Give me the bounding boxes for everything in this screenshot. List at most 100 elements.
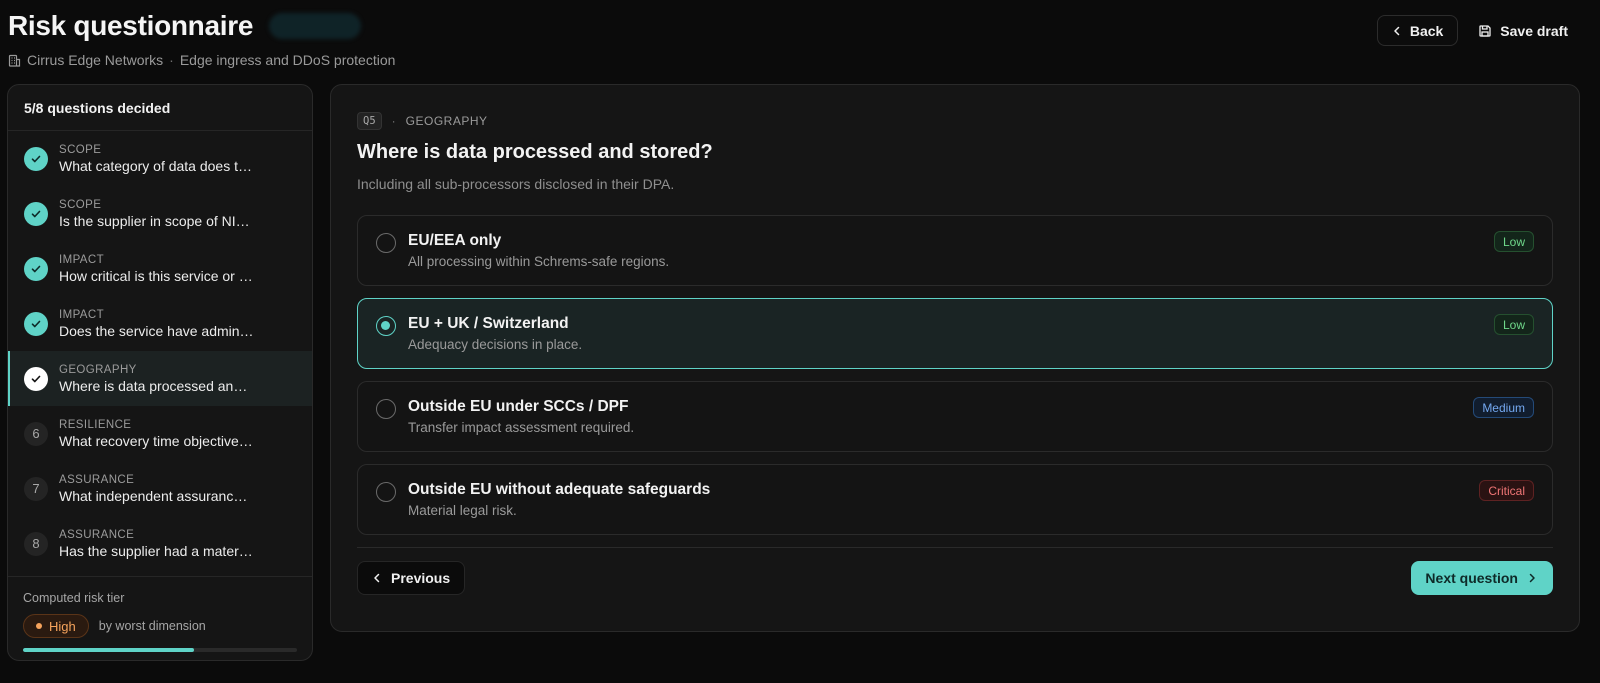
breadcrumb: Cirrus Edge Networks · Edge ingress and … xyxy=(8,52,1600,68)
question-subtitle: Including all sub-processors disclosed i… xyxy=(357,176,675,192)
question-text: Does the service have administrative acc… xyxy=(59,322,255,339)
previous-label: Previous xyxy=(391,570,451,586)
meta-separator: · xyxy=(391,114,396,128)
answer-option[interactable]: Outside EU under SCCs / DPF Transfer impa… xyxy=(357,381,1553,452)
next-question-button[interactable]: Next question xyxy=(1411,561,1553,595)
risk-badge: Low xyxy=(1493,314,1534,335)
radio-button[interactable] xyxy=(376,233,396,253)
question-text: How critical is this service or supplier… xyxy=(59,267,255,284)
answer-option[interactable]: Outside EU without adequate safeguards Ma… xyxy=(357,464,1553,535)
progress-bar xyxy=(23,648,297,652)
option-title: EU/EEA only xyxy=(408,232,502,249)
tier-dot-icon xyxy=(36,623,42,629)
status-badge xyxy=(269,13,362,39)
question-category: IMPACT xyxy=(59,308,104,321)
question-text-group: SCOPE Is the supplier in scope of NIS2? xyxy=(59,198,255,230)
question-meta: Q5 · GEOGRAPHY xyxy=(357,112,488,130)
option-description: All processing within Schrems-safe regio… xyxy=(408,254,670,269)
chevron-right-icon xyxy=(1527,573,1537,583)
question-sidebar: 5/8 questions decided SCOPE What category… xyxy=(7,84,313,661)
breadcrumb-separator: · xyxy=(169,52,174,68)
question-text-group: RESILIENCE What recovery time objective a… xyxy=(59,418,255,450)
question-text-group: ASSURANCEWhat independent assurance is a… xyxy=(59,473,255,505)
building-icon xyxy=(8,54,21,67)
risk-tier-value: High xyxy=(49,618,76,634)
check-icon xyxy=(24,366,48,391)
question-text: What recovery time objective applies? xyxy=(59,432,255,449)
save-draft-label: Save draft xyxy=(1500,22,1568,39)
radio-button[interactable] xyxy=(376,316,396,336)
question-category: GEOGRAPHY xyxy=(59,363,137,376)
check-icon xyxy=(24,201,48,226)
risk-badge: Critical xyxy=(1479,480,1534,501)
question-category: SCOPE xyxy=(59,198,102,211)
back-button-label: Back xyxy=(1409,22,1444,39)
sidebar-question-item[interactable]: 8 ASSURANCE Has the supplier had a materia… xyxy=(8,516,312,571)
progress-label: 5/8 questions decided xyxy=(8,85,312,131)
question-number: 6 xyxy=(24,421,48,446)
option-description: Material legal risk. xyxy=(408,503,517,518)
answer-option[interactable]: EU/EEA only All processing within Schrems… xyxy=(357,215,1553,286)
answer-option[interactable]: EU + UK / Switzerland Adequacy decisions … xyxy=(357,298,1553,369)
risk-badge: Low xyxy=(1493,231,1534,252)
question-title: Where is data processed and stored? xyxy=(357,141,713,163)
check-icon xyxy=(24,256,48,281)
next-label: Next question xyxy=(1425,570,1518,586)
question-text-group: ASSURANCE Has the supplier had a material… xyxy=(59,528,255,560)
question-text: Is the supplier in scope of NIS2? xyxy=(59,212,255,229)
question-number: 7 xyxy=(24,476,48,501)
sidebar-question-item[interactable]: GEOGRAPHYWhere is data processed and sto… xyxy=(8,351,312,406)
question-category: IMPACT xyxy=(59,253,104,266)
question-list: SCOPE What category of data does the supp… xyxy=(8,131,312,571)
question-text: What independent assurance is available? xyxy=(59,487,255,504)
question-panel: Q5 · GEOGRAPHY Where is data processed a… xyxy=(330,84,1580,632)
service-name: Edge ingress and DDoS protection xyxy=(179,52,396,68)
risk-tier-badge: High xyxy=(23,614,89,638)
question-category: ASSURANCE xyxy=(59,473,135,486)
check-icon xyxy=(24,311,48,336)
page-header: Risk questionnaire Cirrus Edge Networks … xyxy=(8,8,1600,78)
option-title: Outside EU without adequate safeguards xyxy=(408,481,711,498)
question-number: 8 xyxy=(24,531,48,556)
sidebar-question-item[interactable]: 6 RESILIENCE What recovery time objective … xyxy=(8,406,312,461)
check-icon xyxy=(24,146,48,171)
page-title: Risk questionnaire xyxy=(8,10,254,41)
question-text-group: IMPACT How critical is this service or su… xyxy=(59,253,255,285)
divider xyxy=(357,547,1553,548)
sidebar-question-item[interactable]: IMPACT How critical is this service or su… xyxy=(8,241,312,296)
save-draft-button[interactable]: Save draft xyxy=(1470,15,1576,46)
question-text: Where is data processed and stored? xyxy=(59,377,255,394)
sidebar-question-item[interactable]: SCOPE Is the supplier in scope of NIS2? xyxy=(8,186,312,241)
question-text: Has the supplier had a material incident… xyxy=(59,542,255,559)
radio-button[interactable] xyxy=(376,482,396,502)
risk-tier-panel: Computed risk tier High by worst dimensi… xyxy=(8,576,312,652)
chevron-left-icon xyxy=(1392,26,1402,36)
option-description: Adequacy decisions in place. xyxy=(408,337,583,352)
answer-options: EU/EEA only All processing within Schrems… xyxy=(357,215,1553,547)
question-id: Q5 xyxy=(357,112,382,130)
supplier-name: Cirrus Edge Networks xyxy=(27,52,164,68)
question-category: GEOGRAPHY xyxy=(405,114,488,128)
question-text-group: GEOGRAPHYWhere is data processed and sto… xyxy=(59,363,255,395)
chevron-left-icon xyxy=(372,573,382,583)
risk-tier-note: by worst dimension xyxy=(98,619,206,633)
option-description: Transfer impact assessment required. xyxy=(408,420,635,435)
sidebar-question-item[interactable]: IMPACTDoes the service have administrati… xyxy=(8,296,312,351)
risk-badge: Medium xyxy=(1473,397,1534,418)
back-button[interactable]: Back xyxy=(1376,15,1459,46)
question-text: What category of data does the supplier … xyxy=(59,157,255,174)
question-text-group: SCOPEWhat category of data does the supp… xyxy=(59,143,255,175)
question-category: ASSURANCE xyxy=(59,528,135,541)
progress-bar-fill xyxy=(23,648,195,652)
sidebar-question-item[interactable]: SCOPEWhat category of data does the supp… xyxy=(8,131,312,186)
previous-button[interactable]: Previous xyxy=(357,561,466,595)
sidebar-question-item[interactable]: 7 ASSURANCE What independent assurance is … xyxy=(8,461,312,516)
question-category: RESILIENCE xyxy=(59,418,132,431)
option-title: EU + UK / Switzerland xyxy=(408,315,569,332)
radio-button[interactable] xyxy=(376,399,396,419)
option-title: Outside EU under SCCs / DPF xyxy=(408,398,629,415)
header-actions: Back Save draft xyxy=(1376,15,1576,46)
save-icon xyxy=(1478,24,1492,38)
question-text-group: IMPACTDoes the service have administrati… xyxy=(59,308,255,340)
risk-tier-label: Computed risk tier xyxy=(23,591,125,605)
